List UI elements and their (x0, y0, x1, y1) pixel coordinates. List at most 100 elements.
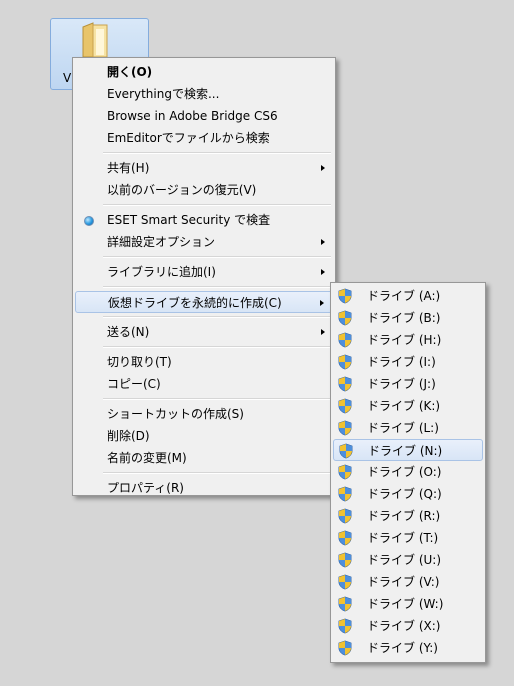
submenu-arrow-icon (321, 329, 325, 335)
menu-item[interactable]: コピー(C) (75, 373, 333, 395)
uac-shield-icon (337, 640, 353, 656)
uac-shield-icon (337, 376, 353, 392)
submenu-arrow-icon (320, 300, 324, 306)
drive-menu-item[interactable]: ドライブ (A:) (333, 285, 483, 307)
menu-item[interactable]: ESET Smart Security で検査 (75, 209, 333, 231)
menu-item-label: 共有(H) (107, 161, 150, 175)
drive-menu-item-label: ドライブ (K:) (367, 399, 441, 413)
drive-menu-item-label: ドライブ (H:) (367, 333, 442, 347)
menu-item-label: Everythingで検索... (107, 87, 220, 101)
uac-shield-icon (337, 552, 353, 568)
menu-item[interactable]: ショートカットの作成(S) (75, 403, 333, 425)
menu-item[interactable]: ライブラリに追加(I) (75, 261, 333, 283)
menu-item-label: 名前の変更(M) (107, 451, 187, 465)
drive-menu-item-label: ドライブ (V:) (367, 575, 440, 589)
menu-item-label: 以前のバージョンの復元(V) (107, 183, 257, 197)
folder-icon (82, 22, 108, 58)
drive-menu-item[interactable]: ドライブ (H:) (333, 329, 483, 351)
virtual-drive-submenu: ドライブ (A:) ドライブ (B:) ドライブ (H:) ドライブ (I:) ドライブ… (330, 282, 486, 663)
drive-menu-item-label: ドライブ (W:) (367, 597, 444, 611)
menu-separator (103, 398, 331, 400)
menu-item[interactable]: 以前のバージョンの復元(V) (75, 179, 333, 201)
drive-menu-item-label: ドライブ (L:) (367, 421, 439, 435)
menu-item-label: 仮想ドライブを永続的に作成(C) (108, 296, 282, 310)
menu-item-label: 切り取り(T) (107, 355, 172, 369)
menu-item[interactable]: プロパティ(R) (75, 477, 333, 499)
menu-item-label: EmEditorでファイルから検索 (107, 131, 270, 145)
drive-menu-item[interactable]: ドライブ (R:) (333, 505, 483, 527)
menu-item[interactable]: 共有(H) (75, 157, 333, 179)
drive-menu-item[interactable]: ドライブ (T:) (333, 527, 483, 549)
drive-menu-item-label: ドライブ (X:) (367, 619, 441, 633)
menu-item[interactable]: 開く(O) (75, 61, 333, 83)
menu-item[interactable]: Browse in Adobe Bridge CS6 (75, 105, 333, 127)
drive-menu-item-label: ドライブ (N:) (368, 444, 443, 458)
drive-menu-item[interactable]: ドライブ (U:) (333, 549, 483, 571)
drive-menu-item[interactable]: ドライブ (K:) (333, 395, 483, 417)
uac-shield-icon (338, 443, 354, 459)
uac-shield-icon (337, 420, 353, 436)
drive-menu-item[interactable]: ドライブ (Q:) (333, 483, 483, 505)
drive-menu-item[interactable]: ドライブ (L:) (333, 417, 483, 439)
drive-menu-item[interactable]: ドライブ (W:) (333, 593, 483, 615)
drive-menu-item[interactable]: ドライブ (X:) (333, 615, 483, 637)
drive-menu-item[interactable]: ドライブ (V:) (333, 571, 483, 593)
menu-separator (103, 152, 331, 154)
drive-menu-item[interactable]: ドライブ (N:) (333, 439, 483, 461)
menu-item[interactable]: EmEditorでファイルから検索 (75, 127, 333, 149)
menu-separator (103, 204, 331, 206)
menu-item[interactable]: 名前の変更(M) (75, 447, 333, 469)
drive-menu-item[interactable]: ドライブ (O:) (333, 461, 483, 483)
uac-shield-icon (337, 596, 353, 612)
menu-item[interactable]: 切り取り(T) (75, 351, 333, 373)
menu-item[interactable]: Everythingで検索... (75, 83, 333, 105)
uac-shield-icon (337, 288, 353, 304)
menu-separator (103, 316, 331, 318)
menu-item-label: 送る(N) (107, 325, 150, 339)
menu-item-label: 開く(O) (107, 65, 153, 79)
uac-shield-icon (337, 310, 353, 326)
submenu-arrow-icon (321, 165, 325, 171)
menu-item[interactable]: 詳細設定オプション (75, 231, 333, 253)
drive-menu-item[interactable]: ドライブ (B:) (333, 307, 483, 329)
drive-menu-item[interactable]: ドライブ (Y:) (333, 637, 483, 659)
context-menu: 開く(O) Everythingで検索... Browse in Adobe Bri… (72, 57, 336, 496)
drive-menu-item-label: ドライブ (A:) (367, 289, 441, 303)
drive-menu-item-label: ドライブ (R:) (367, 509, 441, 523)
uac-shield-icon (337, 574, 353, 590)
drive-menu-item-label: ドライブ (O:) (367, 465, 442, 479)
submenu-arrow-icon (321, 269, 325, 275)
uac-shield-icon (337, 398, 353, 414)
menu-item-label: コピー(C) (107, 377, 161, 391)
uac-shield-icon (337, 354, 353, 370)
menu-item-label: ショートカットの作成(S) (107, 407, 244, 421)
drive-menu-item[interactable]: ドライブ (J:) (333, 373, 483, 395)
drive-menu-item-label: ドライブ (I:) (367, 355, 436, 369)
drive-menu-item[interactable]: ドライブ (I:) (333, 351, 483, 373)
uac-shield-icon (337, 508, 353, 524)
drive-menu-item-label: ドライブ (J:) (367, 377, 436, 391)
uac-shield-icon (337, 332, 353, 348)
radio-icon (84, 216, 94, 226)
drive-menu-item-label: ドライブ (Q:) (367, 487, 442, 501)
menu-separator (103, 256, 331, 258)
drive-menu-item-label: ドライブ (B:) (367, 311, 441, 325)
drive-menu-item-label: ドライブ (U:) (367, 553, 442, 567)
uac-shield-icon (337, 618, 353, 634)
menu-separator (103, 472, 331, 474)
menu-item-label: 詳細設定オプション (107, 235, 216, 249)
menu-item[interactable]: 送る(N) (75, 321, 333, 343)
menu-item-label: 削除(D) (107, 429, 150, 443)
uac-shield-icon (337, 530, 353, 546)
uac-shield-icon (337, 486, 353, 502)
menu-item-label: ESET Smart Security で検査 (107, 213, 271, 227)
drive-menu-item-label: ドライブ (Y:) (367, 641, 438, 655)
menu-separator (103, 346, 331, 348)
uac-shield-icon (337, 464, 353, 480)
submenu-arrow-icon (321, 239, 325, 245)
drive-menu-item-label: ドライブ (T:) (367, 531, 439, 545)
menu-item[interactable]: 削除(D) (75, 425, 333, 447)
menu-separator (103, 286, 331, 288)
menu-item-label: Browse in Adobe Bridge CS6 (107, 109, 278, 123)
menu-item[interactable]: 仮想ドライブを永続的に作成(C) (75, 291, 333, 313)
